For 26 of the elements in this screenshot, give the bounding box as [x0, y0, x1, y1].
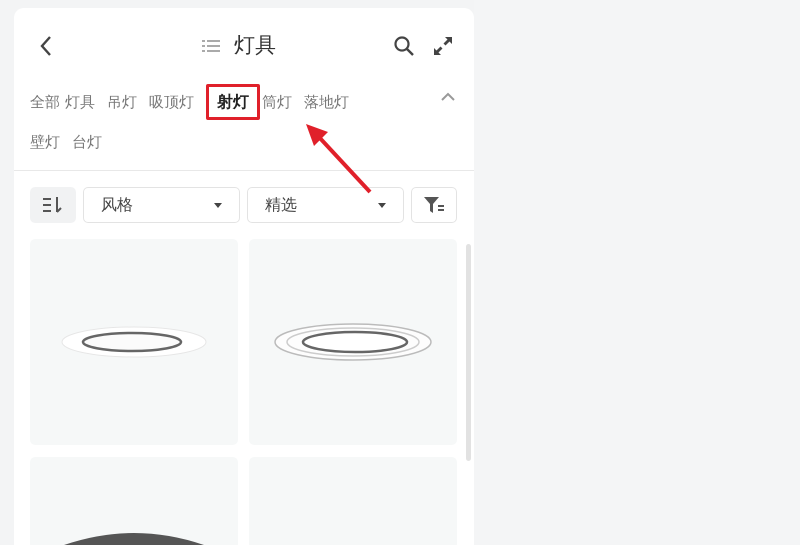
- list-icon: [202, 39, 220, 53]
- category-tab[interactable]: 射灯: [206, 84, 260, 120]
- expand-button[interactable]: [432, 35, 454, 57]
- category-tab[interactable]: 壁灯: [30, 124, 72, 160]
- sort-icon: [42, 196, 64, 214]
- category-tab[interactable]: 筒灯: [262, 84, 304, 120]
- dropdown-caret-icon: [214, 202, 222, 208]
- search-button[interactable]: [392, 34, 416, 58]
- filter-icon: [423, 196, 445, 214]
- expand-icon: [433, 36, 453, 56]
- category-tab[interactable]: 落地灯: [304, 84, 361, 120]
- chevron-up-icon: [440, 92, 456, 102]
- annotation-arrow: [304, 122, 374, 194]
- panel-title: 灯具: [234, 32, 276, 60]
- category-tab[interactable]: 台灯: [72, 124, 114, 160]
- filter-dropdown[interactable]: 风格: [83, 187, 240, 223]
- dropdown-caret-icon: [378, 202, 386, 208]
- category-tab[interactable]: 全部 灯具: [30, 84, 107, 120]
- filter-dropdown[interactable]: 精选: [247, 187, 404, 223]
- category-tab[interactable]: 吸顶灯: [148, 84, 206, 120]
- filter-button[interactable]: [411, 187, 457, 223]
- scrollbar[interactable]: [466, 244, 471, 461]
- sort-button[interactable]: [30, 187, 76, 223]
- category-tab[interactable]: 吊灯: [106, 84, 149, 120]
- search-icon: [394, 36, 414, 56]
- back-icon: [39, 35, 53, 57]
